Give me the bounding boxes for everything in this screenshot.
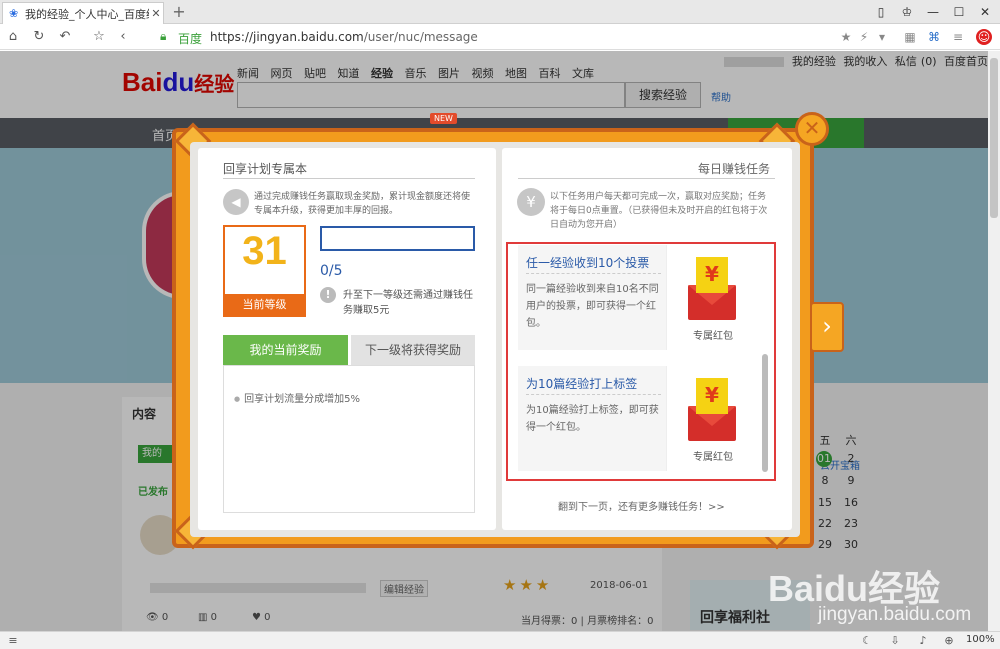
upgrade-hint: 升至下一等级还需通过赚钱任务赚取5元	[343, 290, 473, 316]
bookmark-icon[interactable]: ★	[838, 29, 854, 45]
progress-text: 0/5	[320, 263, 343, 279]
left-page-title: 回享计划专属本	[223, 162, 308, 176]
apps-grid-icon[interactable]: ▦	[902, 29, 918, 45]
info-icon: !	[320, 287, 336, 303]
next-page-arrow-button[interactable]: ›	[810, 302, 844, 352]
reward-item: 回享计划流量分成增加5%	[234, 390, 360, 405]
sound-icon[interactable]: ♪	[916, 634, 930, 647]
level-label: 当前等级	[225, 294, 304, 315]
lightning-icon[interactable]: ⚡︎	[856, 29, 872, 45]
skin-icon[interactable]: ♔	[894, 2, 920, 22]
divider	[518, 178, 775, 179]
url-host: https://jingyan.baidu.com	[210, 30, 364, 44]
tab-title: 我的经验_个人中心_百度经验	[25, 7, 149, 21]
night-mode-icon[interactable]: ☾	[860, 634, 874, 647]
tab-close-icon[interactable]: ✕	[149, 7, 163, 20]
address-bar: ⌂ ↻ ↶ ☆ ‹ 🔒︎ 百度 https://jingyan.baidu.co…	[0, 24, 1000, 50]
window-close-icon[interactable]: ✕	[972, 2, 998, 22]
page-scroll-thumb[interactable]	[990, 58, 998, 218]
refresh-icon[interactable]: ↻	[30, 28, 48, 46]
url-field[interactable]: https://jingyan.baidu.com/user/nuc/messa…	[210, 30, 478, 44]
modal-close-button[interactable]: ✕	[795, 112, 829, 146]
browser-tab[interactable]: ❀ 我的经验_个人中心_百度经验 ✕	[2, 2, 164, 24]
tab-list-icon[interactable]: ▯	[868, 2, 894, 22]
maximize-icon[interactable]: ☐	[946, 2, 972, 22]
translate-icon[interactable]: ⌘	[926, 29, 942, 45]
status-bar: ≡ ☾ ⇩ ♪ ⊕ 100%	[0, 631, 1000, 649]
menu-icon[interactable]: ≡	[950, 29, 966, 45]
url-path: /user/nuc/message	[363, 30, 478, 44]
sidebar-toggle-icon[interactable]: ≡	[6, 634, 20, 647]
highlight-box	[506, 242, 776, 481]
secure-lock-icon: 🔒︎	[160, 29, 167, 43]
tab-next-reward[interactable]: 下一级将获得奖励	[351, 335, 475, 365]
yen-icon: ¥	[517, 188, 545, 216]
favorite-star-icon[interactable]: ☆	[90, 28, 108, 46]
divider	[223, 178, 475, 179]
home-icon[interactable]: ⌂	[4, 28, 22, 46]
tab-current-reward[interactable]: 我的当前奖励	[223, 335, 348, 365]
new-tab-icon[interactable]: +	[170, 2, 188, 22]
download-icon[interactable]: ⇩	[888, 634, 902, 647]
minimize-icon[interactable]: —	[920, 2, 946, 22]
dropdown-icon[interactable]: ▾	[874, 29, 890, 45]
reward-panel	[223, 365, 475, 513]
undo-icon[interactable]: ↶	[56, 28, 74, 46]
left-page-description: 通过完成赚钱任务赢取现金奖励，累计现金额度还将使专属本升级，获得更加丰厚的回报。	[254, 192, 471, 216]
watermark-url: jingyan.baidu.com	[818, 604, 972, 625]
site-label: 百度	[178, 32, 203, 46]
back-icon[interactable]: ‹	[114, 28, 132, 46]
next-page-link[interactable]: 翻到下一页，还有更多赚钱任务！>>	[558, 498, 725, 513]
baidu-paw-icon: ❀	[9, 6, 19, 20]
zoom-level[interactable]: 100%	[966, 634, 995, 645]
level-number: 31	[242, 229, 287, 273]
new-badge: NEW	[430, 113, 457, 124]
tab-strip: ❀ 我的经验_个人中心_百度经验 ✕ + ▯ ♔ — ☐ ✕	[0, 0, 1000, 24]
user-avatar-icon[interactable]: ☺	[976, 29, 992, 45]
zoom-icon[interactable]: ⊕	[942, 634, 956, 647]
right-page-description: 以下任务用户每天都可完成一次，赢取对应奖励；任务将于每日0点重置。（已获得但未及…	[550, 192, 768, 230]
speaker-icon: ◀︎	[223, 189, 249, 215]
level-progress-bar	[320, 226, 475, 251]
right-page-title: 每日赚钱任务	[698, 162, 771, 176]
